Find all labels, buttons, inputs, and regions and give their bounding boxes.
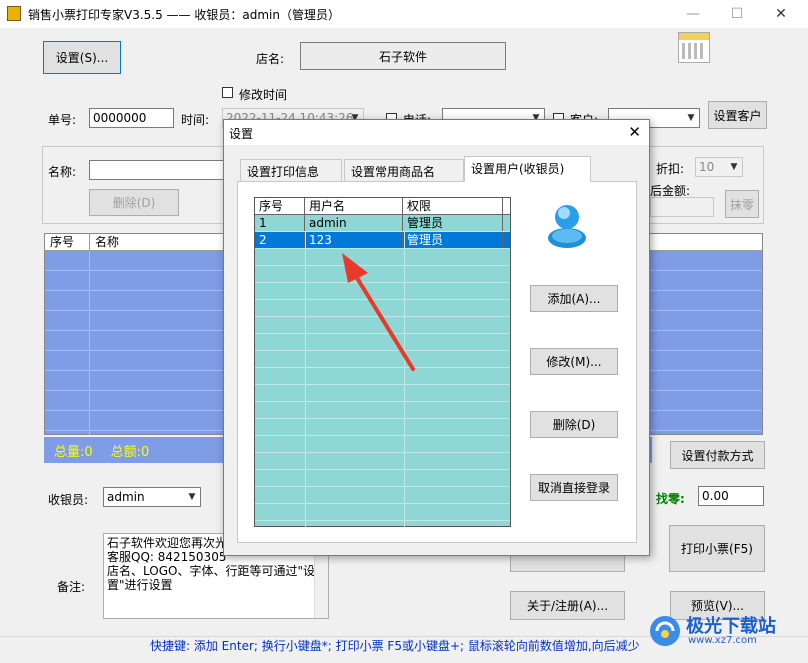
print-receipt-button[interactable]: 打印小票(F5) xyxy=(669,525,765,572)
set-payment-button[interactable]: 设置付款方式 xyxy=(670,441,765,469)
table-row[interactable]: 1 admin 管理员 xyxy=(255,215,510,232)
shop-name-value: 石子软件 xyxy=(378,49,427,64)
empty-row xyxy=(255,419,510,436)
dialog-title-bar: 设置 ✕ xyxy=(224,120,649,145)
after-amount-input[interactable] xyxy=(650,197,714,217)
tab-users[interactable]: 设置用户(收银员) xyxy=(464,156,591,182)
title-bar: 销售小票打印专家V3.5.5 —— 收银员：admin（管理员） — ☐ ✕ xyxy=(0,0,808,28)
time-label: 时间: xyxy=(181,113,210,127)
shop-name-field: 石子软件 xyxy=(300,42,506,70)
chevron-down-icon[interactable]: ▼ xyxy=(683,109,699,127)
users-grid-header: 序号 用户名 权限 xyxy=(255,198,510,215)
delete-user-button[interactable]: 删除(D) xyxy=(530,411,618,438)
discount-label: 折扣: xyxy=(656,162,685,176)
notes-label: 备注: xyxy=(57,580,86,594)
grid-col-divider xyxy=(305,231,306,527)
cashier-value: admin xyxy=(107,490,145,504)
column-header-no: 序号 xyxy=(255,198,305,214)
total-quantity: 总量:0 xyxy=(54,444,93,460)
empty-row xyxy=(255,470,510,487)
app-icon xyxy=(7,6,21,21)
add-user-button[interactable]: 添加(A)... xyxy=(530,285,618,312)
watermark-logo: 极光下载站 www.xz7.com xyxy=(648,610,804,650)
empty-row xyxy=(255,487,510,504)
watermark-url: www.xz7.com xyxy=(688,635,757,646)
empty-row xyxy=(255,385,510,402)
item-name-label: 名称: xyxy=(48,165,77,179)
shop-name-label: 店名: xyxy=(256,52,285,66)
empty-row xyxy=(255,402,510,419)
minimize-icon[interactable]: — xyxy=(678,3,708,25)
discount-value: 10 xyxy=(699,160,715,174)
calendar-icon[interactable] xyxy=(678,32,710,63)
total-amount: 总额:0 xyxy=(110,444,150,460)
column-header-username: 用户名 xyxy=(305,198,403,214)
dialog-title: 设置 xyxy=(229,127,254,141)
close-icon[interactable]: ✕ xyxy=(628,123,641,141)
column-header-no: 序号 xyxy=(45,234,90,250)
modify-user-button[interactable]: 修改(M)... xyxy=(530,348,618,375)
order-number-label: 单号: xyxy=(48,113,77,127)
erase-zero-button[interactable]: 抹零 xyxy=(725,190,759,218)
modify-time-label: 修改时间 xyxy=(239,88,288,102)
cancel-auto-login-button[interactable]: 取消直接登录 xyxy=(530,474,618,501)
change-input[interactable]: 0.00 xyxy=(698,486,764,506)
item-name-input[interactable] xyxy=(89,160,229,180)
delete-item-button[interactable]: 删除(D) xyxy=(89,189,179,216)
user-role: 管理员 xyxy=(403,215,503,231)
maximize-icon[interactable]: ☐ xyxy=(722,3,752,25)
tab-print-info[interactable]: 设置打印信息 xyxy=(240,159,342,181)
user-icon xyxy=(548,205,586,248)
cashier-combo[interactable]: admin ▼ xyxy=(103,487,201,507)
hidden-button[interactable] xyxy=(510,555,625,572)
set-customer-button[interactable]: 设置客户 xyxy=(708,101,767,129)
settings-button[interactable]: 设置(S)... xyxy=(43,41,121,74)
change-label: 找零: xyxy=(656,492,685,506)
order-number-input[interactable]: 0000000 xyxy=(89,108,174,128)
empty-row xyxy=(255,436,510,453)
settings-dialog: 设置 ✕ 设置打印信息 设置常用商品名 设置用户(收银员) 序号 用户名 权限 … xyxy=(223,119,650,556)
empty-row xyxy=(255,504,510,521)
cashier-label: 收银员: xyxy=(48,493,89,507)
modify-time-checkbox[interactable] xyxy=(222,87,233,98)
discount-combo[interactable]: 10 ▼ xyxy=(695,157,743,177)
column-header-role: 权限 xyxy=(403,198,503,214)
item-table-col-divider xyxy=(89,251,90,435)
user-no: 2 xyxy=(255,232,305,248)
tab-common-items[interactable]: 设置常用商品名 xyxy=(344,159,464,181)
annotation-arrow xyxy=(342,253,415,371)
window-title: 销售小票打印专家V3.5.5 —— 收银员：admin（管理员） xyxy=(28,8,340,22)
about-register-button[interactable]: 关于/注册(A)... xyxy=(510,591,625,620)
user-name: admin xyxy=(305,215,403,231)
user-no: 1 xyxy=(255,215,305,231)
watermark-icon xyxy=(650,616,680,646)
empty-row xyxy=(255,453,510,470)
close-icon[interactable]: ✕ xyxy=(766,3,796,25)
chevron-down-icon[interactable]: ▼ xyxy=(184,488,200,506)
chevron-down-icon[interactable]: ▼ xyxy=(726,158,742,176)
